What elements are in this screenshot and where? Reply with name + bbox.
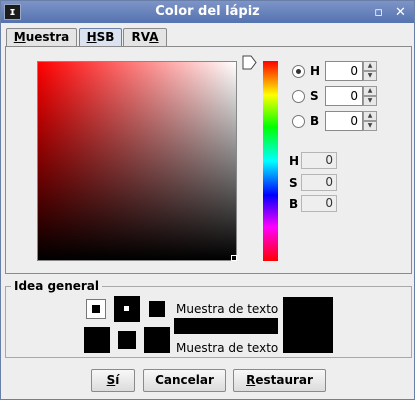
ok-button[interactable]: Sí bbox=[91, 369, 135, 392]
color-cursor[interactable] bbox=[231, 255, 237, 261]
label-b: B bbox=[310, 114, 320, 128]
title-bar[interactable]: ɪ Color del lápiz ▫ ✕ bbox=[1, 1, 414, 23]
button-label: estaurar bbox=[255, 373, 313, 387]
tab-label: RV bbox=[131, 30, 150, 44]
tab-mnemonic: H bbox=[86, 30, 97, 44]
radio-hue[interactable] bbox=[292, 65, 305, 78]
preview-swatch bbox=[114, 296, 140, 322]
preview-swatch bbox=[118, 331, 136, 349]
preview-swatch bbox=[84, 327, 110, 353]
brightness-decrement-button[interactable]: ▼ bbox=[363, 121, 377, 131]
tab-mnemonic: A bbox=[149, 30, 159, 44]
tab-label: uestra bbox=[25, 30, 70, 44]
readout-label-b: B bbox=[289, 197, 299, 211]
saturation-increment-button[interactable]: ▲ bbox=[363, 86, 377, 96]
readout-b: 0 bbox=[301, 195, 337, 212]
saturation-brightness-picker[interactable] bbox=[37, 61, 237, 261]
hue-slider[interactable] bbox=[263, 61, 278, 261]
sample-text-normal: Muestra de texto bbox=[176, 302, 279, 316]
saturation-input[interactable]: 0 bbox=[325, 86, 363, 106]
sample-text-inverse: Muestra de texto bbox=[176, 341, 279, 355]
tab-muestra[interactable]: Muestra bbox=[6, 28, 77, 47]
reset-button[interactable]: Restaurar bbox=[233, 369, 326, 392]
readout-h: 0 bbox=[301, 152, 337, 169]
preview-title: Idea general bbox=[11, 279, 103, 293]
cancel-button[interactable]: Cancelar bbox=[143, 369, 226, 392]
preview-swatch bbox=[144, 327, 170, 353]
hue-slider-thumb[interactable] bbox=[242, 55, 257, 70]
label-h: H bbox=[310, 64, 321, 78]
color-chooser-window: ɪ Color del lápiz ▫ ✕ Muestra HSB RVA H … bbox=[0, 0, 415, 400]
preview-swatch bbox=[149, 301, 165, 317]
hue-increment-button[interactable]: ▲ bbox=[363, 61, 377, 71]
radio-saturation[interactable] bbox=[292, 90, 305, 103]
hue-decrement-button[interactable]: ▼ bbox=[363, 71, 377, 81]
readout-label-h: H bbox=[289, 154, 300, 168]
window-title: Color del lápiz bbox=[155, 4, 260, 19]
button-mnemonic: R bbox=[246, 373, 256, 387]
sample-text-highlight bbox=[174, 318, 278, 334]
tab-rva[interactable]: RVA bbox=[123, 28, 167, 47]
button-label: í bbox=[115, 373, 120, 387]
tab-hsb[interactable]: HSB bbox=[79, 28, 122, 48]
tab-label: SB bbox=[96, 30, 115, 44]
minimize-icon[interactable]: ▫ bbox=[371, 5, 386, 20]
radio-brightness[interactable] bbox=[292, 115, 305, 128]
label-s: S bbox=[310, 89, 319, 103]
button-mnemonic: S bbox=[106, 373, 116, 387]
preview-swatch bbox=[86, 299, 106, 319]
saturation-decrement-button[interactable]: ▼ bbox=[363, 96, 377, 106]
brightness-input[interactable]: 0 bbox=[325, 111, 363, 131]
tab-mnemonic: M bbox=[13, 30, 26, 44]
readout-label-s: S bbox=[289, 176, 298, 190]
readout-s: 0 bbox=[301, 174, 337, 191]
hue-input[interactable]: 0 bbox=[325, 61, 363, 81]
color-preview-block bbox=[283, 297, 333, 353]
brightness-increment-button[interactable]: ▲ bbox=[363, 111, 377, 121]
close-icon[interactable]: ✕ bbox=[393, 5, 408, 20]
